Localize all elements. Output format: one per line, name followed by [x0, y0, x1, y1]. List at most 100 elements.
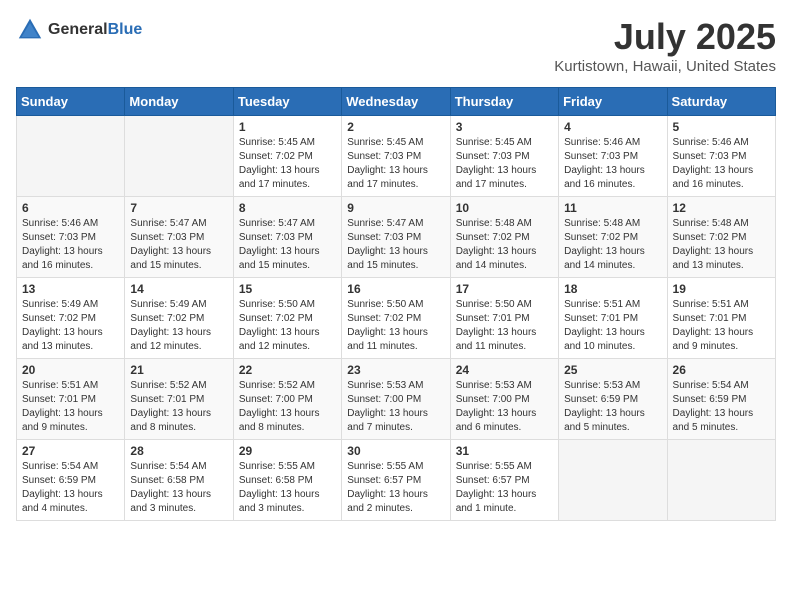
day-info: Sunrise: 5:50 AM Sunset: 7:02 PM Dayligh…: [239, 298, 336, 354]
weekday-header-thursday: Thursday: [450, 88, 558, 116]
day-info: Sunrise: 5:45 AM Sunset: 7:03 PM Dayligh…: [456, 136, 553, 192]
weekday-header-friday: Friday: [559, 88, 667, 116]
day-number: 2: [347, 120, 444, 134]
day-info: Sunrise: 5:48 AM Sunset: 7:02 PM Dayligh…: [673, 217, 770, 273]
calendar-cell: 14 Sunrise: 5:49 AM Sunset: 7:02 PM Dayli…: [125, 278, 233, 359]
calendar-cell: 11 Sunrise: 5:48 AM Sunset: 7:02 PM Dayli…: [559, 197, 667, 278]
day-info: Sunrise: 5:45 AM Sunset: 7:03 PM Dayligh…: [347, 136, 444, 192]
day-info: Sunrise: 5:52 AM Sunset: 7:00 PM Dayligh…: [239, 379, 336, 435]
day-info: Sunrise: 5:45 AM Sunset: 7:02 PM Dayligh…: [239, 136, 336, 192]
day-info: Sunrise: 5:55 AM Sunset: 6:58 PM Dayligh…: [239, 460, 336, 516]
calendar-cell: 21Sunrise: 5:52 AM Sunset: 7:01 PM Dayli…: [125, 359, 233, 440]
day-number: 24: [456, 363, 553, 377]
day-number: 19: [673, 282, 770, 296]
calendar-cell: 6Sunrise: 5:46 AM Sunset: 7:03 PM Daylig…: [17, 197, 125, 278]
weekday-header-monday: Monday: [125, 88, 233, 116]
calendar-week-row: 20 Sunrise: 5:51 AM Sunset: 7:01 PM Dayli…: [17, 359, 776, 440]
day-info: Sunrise: 5:53 AM Sunset: 7:00 PM Dayligh…: [347, 379, 444, 435]
calendar-cell: 1Sunrise: 5:45 AM Sunset: 7:02 PM Daylig…: [233, 116, 341, 197]
day-info: Sunrise: 5:54 AM Sunset: 6:58 PM Dayligh…: [130, 460, 227, 516]
page-header: GeneralBlue July 2025 Kurtistown, Hawaii…: [16, 16, 776, 75]
day-number: 16: [347, 282, 444, 296]
logo-blue: Blue: [108, 21, 143, 38]
calendar-cell: 17Sunrise: 5:50 AM Sunset: 7:01 PM Dayli…: [450, 278, 558, 359]
day-number: 7: [130, 201, 227, 215]
calendar-cell: [125, 116, 233, 197]
day-info: Sunrise: 5:53 AM Sunset: 6:59 PM Dayligh…: [564, 379, 661, 435]
calendar-cell: 12 Sunrise: 5:48 AM Sunset: 7:02 PM Dayli…: [667, 197, 775, 278]
day-info: Sunrise: 5:47 AM Sunset: 7:03 PM Dayligh…: [130, 217, 227, 273]
calendar-cell: 20 Sunrise: 5:51 AM Sunset: 7:01 PM Dayli…: [17, 359, 125, 440]
day-number: 30: [347, 444, 444, 458]
logo: GeneralBlue: [16, 16, 142, 44]
calendar-cell: 16 Sunrise: 5:50 AM Sunset: 7:02 PM Dayli…: [342, 278, 450, 359]
day-number: 4: [564, 120, 661, 134]
day-number: 20: [22, 363, 119, 377]
day-info: Sunrise: 5:51 AM Sunset: 7:01 PM Dayligh…: [673, 298, 770, 354]
calendar-cell: 8 Sunrise: 5:47 AM Sunset: 7:03 PM Daylig…: [233, 197, 341, 278]
day-number: 21: [130, 363, 227, 377]
day-info: Sunrise: 5:49 AM Sunset: 7:02 PM Dayligh…: [22, 298, 119, 354]
day-number: 28: [130, 444, 227, 458]
title-block: July 2025 Kurtistown, Hawaii, United Sta…: [554, 16, 776, 75]
day-number: 14: [130, 282, 227, 296]
calendar-table: SundayMondayTuesdayWednesdayThursdayFrid…: [16, 87, 776, 521]
logo-general: General: [48, 21, 108, 38]
weekday-header-tuesday: Tuesday: [233, 88, 341, 116]
day-number: 8: [239, 201, 336, 215]
day-number: 29: [239, 444, 336, 458]
day-number: 23: [347, 363, 444, 377]
day-info: Sunrise: 5:54 AM Sunset: 6:59 PM Dayligh…: [673, 379, 770, 435]
day-number: 10: [456, 201, 553, 215]
calendar-week-row: 1Sunrise: 5:45 AM Sunset: 7:02 PM Daylig…: [17, 116, 776, 197]
weekday-header-wednesday: Wednesday: [342, 88, 450, 116]
calendar-header-row: SundayMondayTuesdayWednesdayThursdayFrid…: [17, 88, 776, 116]
day-number: 31: [456, 444, 553, 458]
calendar-cell: 24 Sunrise: 5:53 AM Sunset: 7:00 PM Dayli…: [450, 359, 558, 440]
calendar-cell: 23 Sunrise: 5:53 AM Sunset: 7:00 PM Dayli…: [342, 359, 450, 440]
day-info: Sunrise: 5:46 AM Sunset: 7:03 PM Dayligh…: [673, 136, 770, 192]
calendar-week-row: 27 Sunrise: 5:54 AM Sunset: 6:59 PM Dayli…: [17, 440, 776, 521]
day-info: Sunrise: 5:53 AM Sunset: 7:00 PM Dayligh…: [456, 379, 553, 435]
day-number: 22: [239, 363, 336, 377]
calendar-cell: 27 Sunrise: 5:54 AM Sunset: 6:59 PM Dayli…: [17, 440, 125, 521]
calendar-cell: 25Sunrise: 5:53 AM Sunset: 6:59 PM Dayli…: [559, 359, 667, 440]
day-number: 3: [456, 120, 553, 134]
day-info: Sunrise: 5:55 AM Sunset: 6:57 PM Dayligh…: [456, 460, 553, 516]
day-number: 12: [673, 201, 770, 215]
day-info: Sunrise: 5:51 AM Sunset: 7:01 PM Dayligh…: [22, 379, 119, 435]
day-info: Sunrise: 5:47 AM Sunset: 7:03 PM Dayligh…: [239, 217, 336, 273]
day-info: Sunrise: 5:50 AM Sunset: 7:01 PM Dayligh…: [456, 298, 553, 354]
calendar-cell: 28 Sunrise: 5:54 AM Sunset: 6:58 PM Dayli…: [125, 440, 233, 521]
calendar-cell: 30 Sunrise: 5:55 AM Sunset: 6:57 PM Dayli…: [342, 440, 450, 521]
day-number: 9: [347, 201, 444, 215]
day-number: 15: [239, 282, 336, 296]
calendar-cell: [667, 440, 775, 521]
day-info: Sunrise: 5:49 AM Sunset: 7:02 PM Dayligh…: [130, 298, 227, 354]
calendar-cell: 9Sunrise: 5:47 AM Sunset: 7:03 PM Daylig…: [342, 197, 450, 278]
calendar-week-row: 13 Sunrise: 5:49 AM Sunset: 7:02 PM Dayli…: [17, 278, 776, 359]
day-number: 11: [564, 201, 661, 215]
weekday-header-sunday: Sunday: [17, 88, 125, 116]
location-subtitle: Kurtistown, Hawaii, United States: [554, 58, 776, 75]
calendar-cell: 31 Sunrise: 5:55 AM Sunset: 6:57 PM Dayli…: [450, 440, 558, 521]
day-number: 5: [673, 120, 770, 134]
calendar-cell: 13 Sunrise: 5:49 AM Sunset: 7:02 PM Dayli…: [17, 278, 125, 359]
month-year-title: July 2025: [554, 16, 776, 58]
day-info: Sunrise: 5:51 AM Sunset: 7:01 PM Dayligh…: [564, 298, 661, 354]
day-info: Sunrise: 5:54 AM Sunset: 6:59 PM Dayligh…: [22, 460, 119, 516]
calendar-cell: [559, 440, 667, 521]
calendar-week-row: 6Sunrise: 5:46 AM Sunset: 7:03 PM Daylig…: [17, 197, 776, 278]
day-info: Sunrise: 5:46 AM Sunset: 7:03 PM Dayligh…: [564, 136, 661, 192]
day-info: Sunrise: 5:48 AM Sunset: 7:02 PM Dayligh…: [564, 217, 661, 273]
calendar-cell: 15 Sunrise: 5:50 AM Sunset: 7:02 PM Dayli…: [233, 278, 341, 359]
calendar-cell: 29 Sunrise: 5:55 AM Sunset: 6:58 PM Dayli…: [233, 440, 341, 521]
day-number: 27: [22, 444, 119, 458]
calendar-cell: 3 Sunrise: 5:45 AM Sunset: 7:03 PM Daylig…: [450, 116, 558, 197]
day-number: 26: [673, 363, 770, 377]
day-info: Sunrise: 5:50 AM Sunset: 7:02 PM Dayligh…: [347, 298, 444, 354]
day-number: 13: [22, 282, 119, 296]
day-info: Sunrise: 5:55 AM Sunset: 6:57 PM Dayligh…: [347, 460, 444, 516]
calendar-cell: 26 Sunrise: 5:54 AM Sunset: 6:59 PM Dayli…: [667, 359, 775, 440]
day-number: 18: [564, 282, 661, 296]
